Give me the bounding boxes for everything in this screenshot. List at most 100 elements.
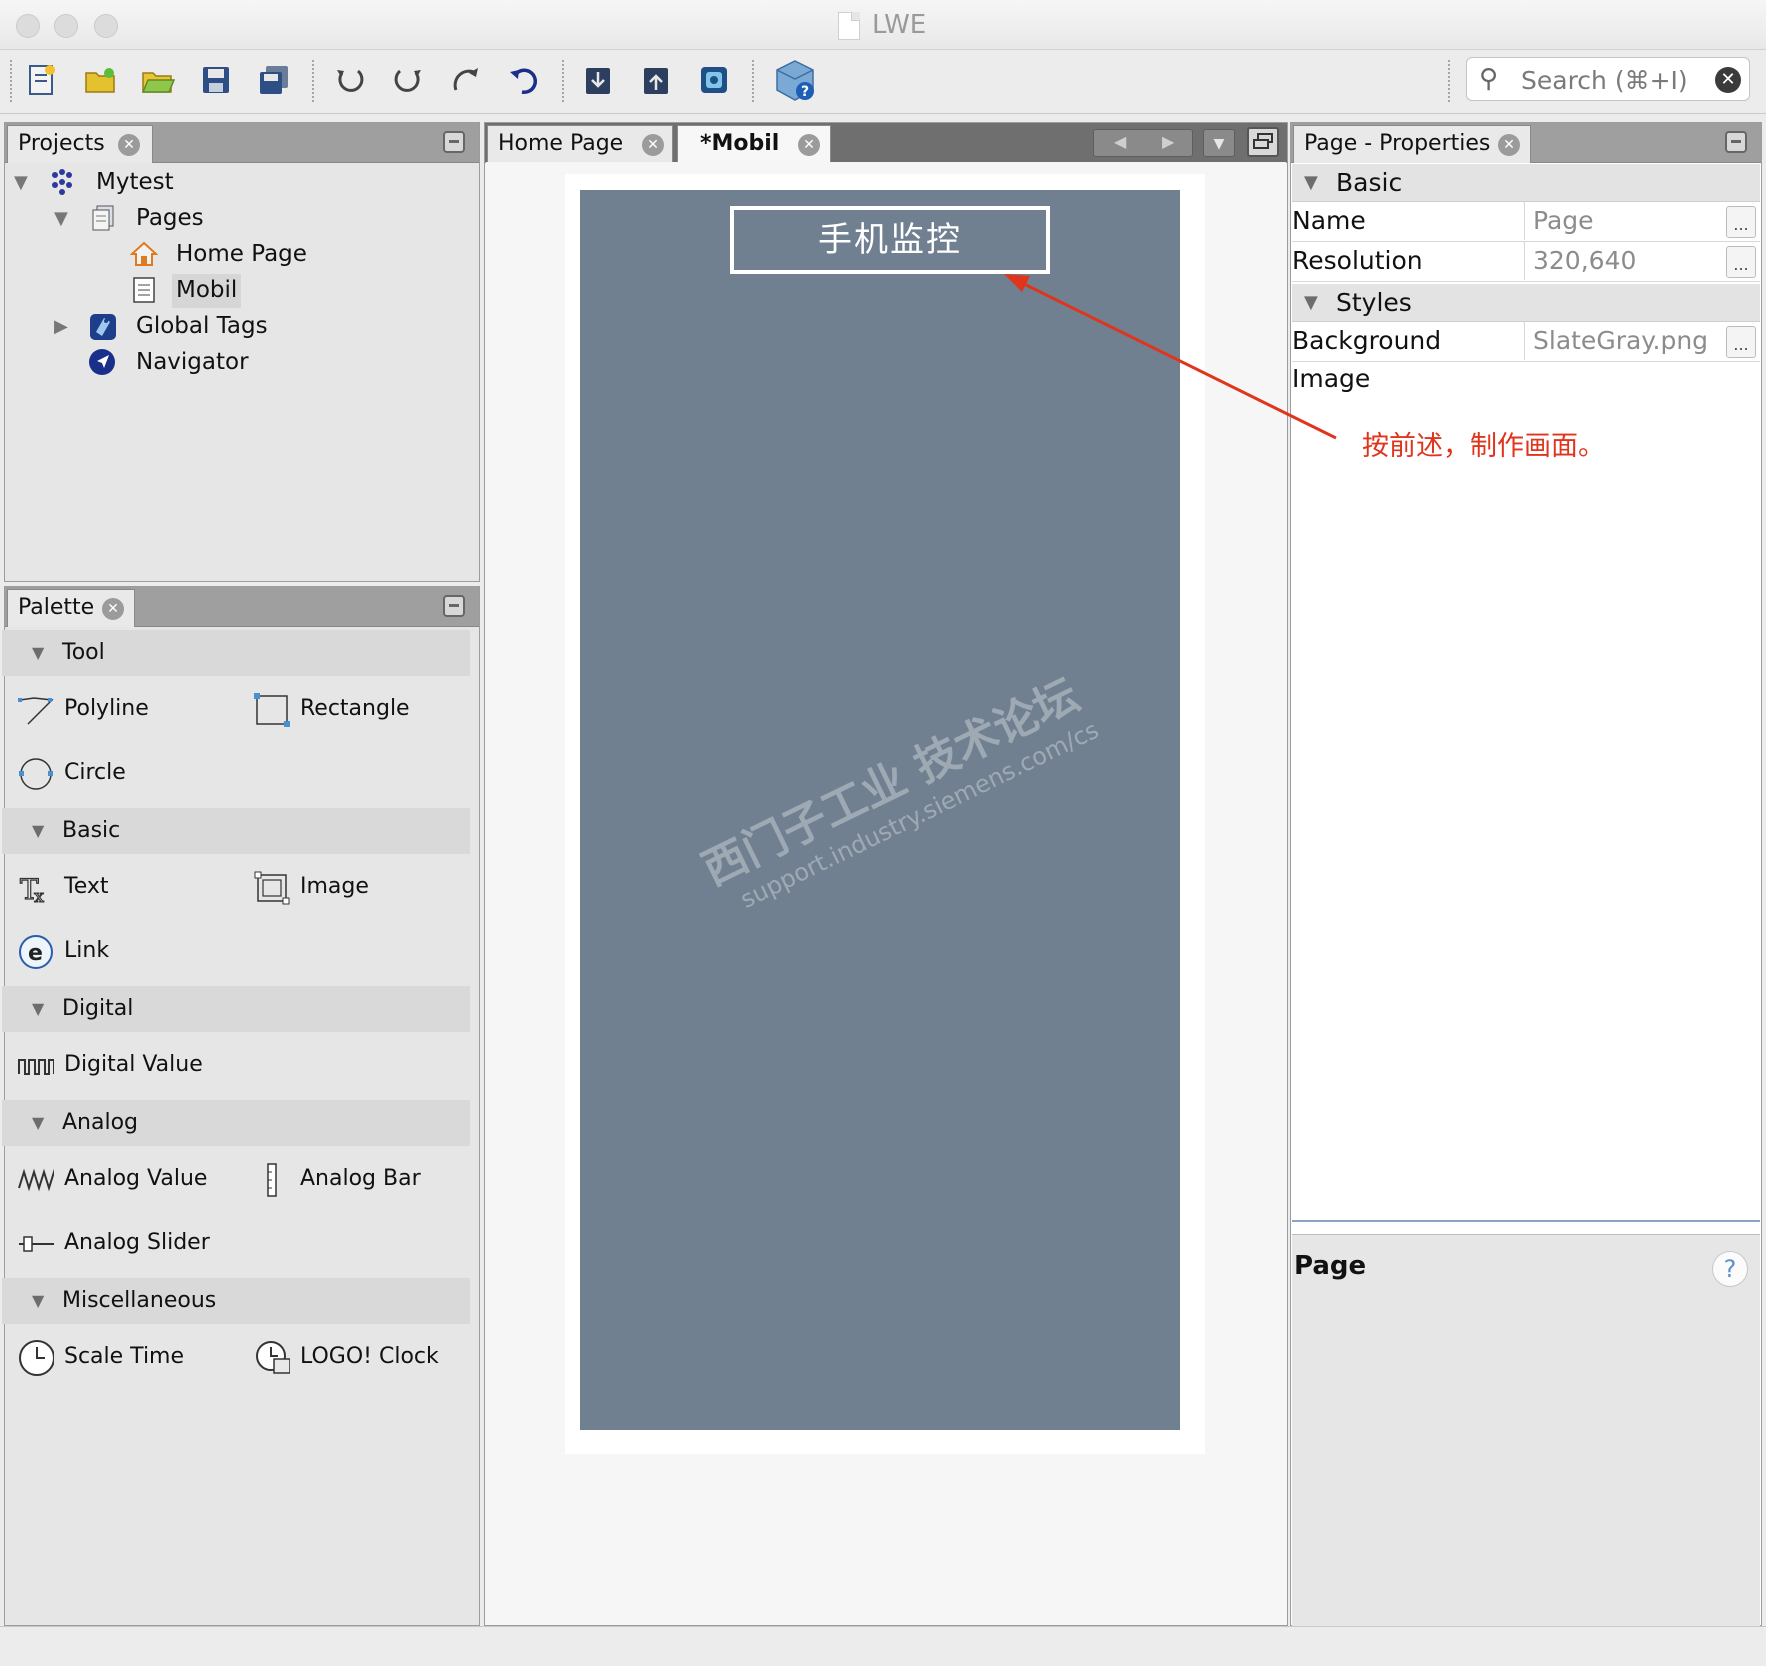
zoom-window-button[interactable]	[94, 14, 118, 38]
tab-palette[interactable]: Palette ✕	[7, 589, 135, 627]
navigator-icon	[89, 349, 115, 375]
expand-triangle-icon[interactable]: ▼	[14, 172, 28, 193]
page-title-textbox[interactable]: 手机监控	[730, 206, 1050, 274]
close-icon[interactable]: ✕	[102, 598, 124, 620]
palette-item-label: Analog Bar	[300, 1166, 421, 1191]
status-bar	[0, 1626, 1766, 1666]
tree-item-pages[interactable]: Pages	[136, 202, 204, 236]
help-cube-icon[interactable]: ?	[770, 56, 820, 106]
help-icon[interactable]: ?	[1712, 1251, 1748, 1287]
palette-item-scale-time[interactable]: Scale Time	[18, 1340, 184, 1376]
open-folder-icon[interactable]	[138, 60, 178, 100]
new-folder-icon[interactable]	[80, 60, 120, 100]
clear-search-icon[interactable]: ✕	[1715, 67, 1741, 93]
close-window-button[interactable]	[16, 14, 40, 38]
tree-item-mobil[interactable]: Mobil	[172, 274, 242, 308]
splitter[interactable]	[1292, 1220, 1760, 1222]
restore-panel-icon[interactable]	[1247, 127, 1279, 157]
text-tool-icon: Tx	[18, 871, 54, 905]
scroll-left-icon[interactable]: ◀	[1114, 132, 1126, 151]
property-row-background-image[interactable]: Background Image SlateGray.png ...	[1292, 322, 1760, 393]
properties-section-basic[interactable]: ▼ Basic	[1292, 164, 1760, 202]
minimize-panel-icon[interactable]	[443, 131, 465, 153]
palette-item-image[interactable]: Image	[254, 870, 369, 906]
title-bar: LWE	[0, 0, 1766, 50]
upload-icon[interactable]	[636, 60, 676, 100]
save-all-icon[interactable]	[254, 60, 294, 100]
palette-item-analog-value[interactable]: Analog Value	[18, 1162, 207, 1198]
palette-section-basic[interactable]: ▼ Basic	[2, 808, 470, 854]
polyline-icon	[18, 693, 54, 727]
palette-section-digital[interactable]: ▼ Digital	[2, 986, 470, 1032]
page-document-icon	[133, 277, 155, 303]
palette-section-label: Basic	[62, 818, 121, 843]
palette-item-circle[interactable]: Circle	[18, 756, 126, 792]
tree-item-global-tags[interactable]: Global Tags	[136, 310, 268, 344]
close-icon[interactable]: ✕	[1498, 134, 1520, 156]
palette-item-analog-slider[interactable]: Analog Slider	[18, 1226, 210, 1262]
tab-mobil-label: *Mobil	[700, 131, 780, 156]
property-value[interactable]: 320,640	[1524, 242, 1714, 280]
close-icon[interactable]: ✕	[118, 134, 140, 156]
palette-item-logo-clock[interactable]: LOGO! Clock	[254, 1340, 439, 1376]
tree-item-home-page[interactable]: Home Page	[176, 238, 307, 272]
undo-icon[interactable]	[330, 60, 370, 100]
help-pane-title: Page	[1294, 1251, 1367, 1281]
tab-page-properties[interactable]: Page - Properties ✕	[1293, 125, 1531, 163]
palette-section-label: Digital	[62, 996, 134, 1021]
search-field[interactable]: ⚲ Search (⌘+I) ✕	[1466, 57, 1750, 101]
new-project-icon[interactable]	[22, 60, 62, 100]
download-icon[interactable]	[578, 60, 618, 100]
property-value[interactable]: Page	[1524, 202, 1714, 240]
collapse-triangle-icon[interactable]: ▶	[54, 316, 68, 337]
palette-item-label: Text	[64, 874, 109, 899]
refresh-icon[interactable]	[388, 60, 428, 100]
minimize-window-button[interactable]	[54, 14, 78, 38]
tree-item-navigator[interactable]: Navigator	[136, 346, 249, 380]
palette-item-polyline[interactable]: Polyline	[18, 692, 149, 728]
save-icon[interactable]	[196, 60, 236, 100]
property-edit-button[interactable]: ...	[1726, 246, 1756, 278]
tab-palette-label: Palette	[18, 595, 95, 620]
close-icon[interactable]: ✕	[642, 134, 664, 156]
palette-section-tool[interactable]: ▼ Tool	[2, 630, 470, 676]
logo-clock-icon	[254, 1341, 290, 1375]
search-placeholder: Search (⌘+I)	[1521, 66, 1688, 95]
palette-section-label: Miscellaneous	[62, 1288, 217, 1313]
property-row-name[interactable]: Name Page ...	[1292, 202, 1760, 242]
simulate-icon[interactable]	[694, 60, 734, 100]
property-key: Background Image	[1292, 326, 1442, 393]
expand-triangle-icon: ▼	[32, 1291, 45, 1310]
property-value[interactable]: SlateGray.png	[1524, 322, 1714, 360]
tab-list-dropdown-icon[interactable]: ▼	[1203, 129, 1235, 157]
digital-wave-icon	[18, 1049, 54, 1083]
tab-scroll-buttons: ◀ ▶	[1093, 129, 1193, 157]
palette-section-analog[interactable]: ▼ Analog	[2, 1100, 470, 1146]
palette-item-digital-value[interactable]: Digital Value	[18, 1048, 203, 1084]
redo-icon[interactable]	[446, 60, 486, 100]
palette-item-text[interactable]: Tx Text	[18, 870, 109, 906]
property-edit-button[interactable]: ...	[1726, 326, 1756, 358]
analog-wave-icon	[18, 1163, 54, 1197]
scroll-right-icon[interactable]: ▶	[1162, 132, 1174, 151]
tab-mobil[interactable]: *Mobil ✕	[677, 125, 831, 163]
revert-icon[interactable]	[504, 60, 544, 100]
property-edit-button[interactable]: ...	[1726, 206, 1756, 238]
close-icon[interactable]: ✕	[798, 134, 820, 156]
tree-item-project[interactable]: Mytest	[96, 166, 174, 200]
properties-section-styles[interactable]: ▼ Styles	[1292, 284, 1760, 322]
analog-bar-icon	[254, 1163, 290, 1197]
expand-triangle-icon[interactable]: ▼	[54, 208, 68, 229]
tab-home-page[interactable]: Home Page ✕	[487, 125, 673, 163]
palette-item-analog-bar[interactable]: Analog Bar	[254, 1162, 421, 1198]
svg-text:e: e	[28, 941, 43, 966]
palette-item-rectangle[interactable]: Rectangle	[254, 692, 410, 728]
expand-triangle-icon: ▼	[32, 999, 45, 1018]
property-key: Name	[1292, 206, 1366, 235]
minimize-panel-icon[interactable]	[443, 595, 465, 617]
property-row-resolution[interactable]: Resolution 320,640 ...	[1292, 242, 1760, 282]
minimize-panel-icon[interactable]	[1725, 131, 1747, 153]
tab-projects[interactable]: Projects ✕	[7, 125, 153, 163]
palette-item-link[interactable]: e Link	[18, 934, 109, 970]
palette-section-miscellaneous[interactable]: ▼ Miscellaneous	[2, 1278, 470, 1324]
